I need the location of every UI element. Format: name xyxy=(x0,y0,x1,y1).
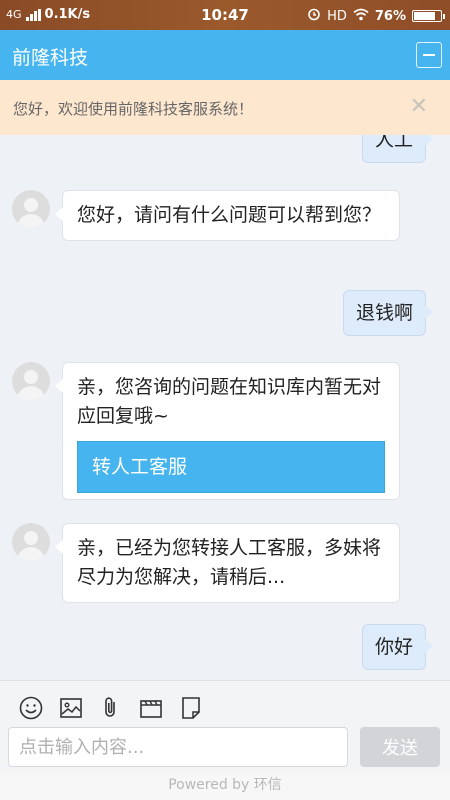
close-icon[interactable]: ✕ xyxy=(410,94,428,119)
status-right: HD 76% xyxy=(307,7,445,25)
input-toolbar: 发送 xyxy=(0,680,450,773)
message-text: 亲，您咨询的问题在知识库内暂无对应回复哦~ xyxy=(77,376,382,427)
transfer-to-agent-button[interactable]: 转人工客服 xyxy=(77,441,385,493)
attachment-icon[interactable] xyxy=(98,695,124,721)
battery-icon xyxy=(412,10,445,22)
image-icon[interactable] xyxy=(58,695,84,721)
battery-percent: 76% xyxy=(374,8,406,24)
message-text: 你好 xyxy=(374,636,413,658)
powered-by: Powered by 环信 xyxy=(0,772,450,800)
chat-area[interactable]: 人工 您好，请问有什么问题可以帮到您？ 退钱啊 亲，您咨询的问题在知识库内暂无对… xyxy=(0,135,450,680)
agent-avatar xyxy=(12,190,50,228)
status-bar: 4G 0.1K/s 10:47 HD 76% xyxy=(0,0,450,30)
message-text: 人工 xyxy=(374,135,413,151)
alarm-icon xyxy=(307,7,321,25)
minimize-icon[interactable] xyxy=(416,42,442,68)
message-text: 您好，请问有什么问题可以帮到您？ xyxy=(77,204,382,226)
message-text: 退钱啊 xyxy=(355,302,413,324)
agent-message: 您好，请问有什么问题可以帮到您？ xyxy=(55,190,400,241)
user-message: 你好 xyxy=(361,624,434,670)
agent-message: 亲，您咨询的问题在知识库内暂无对应回复哦~ 转人工客服 xyxy=(55,362,400,500)
notice-text: 您好，欢迎使用前隆科技客服系统！ xyxy=(13,100,254,118)
message-text: 亲，已经为您转接人工客服，多妹将尽力为您解决，请稍后... xyxy=(77,537,382,588)
welcome-notice: 您好，欢迎使用前隆科技客服系统！ ✕ xyxy=(0,80,450,135)
tool-icons xyxy=(18,695,204,721)
chat-header: 前隆科技 xyxy=(0,30,450,80)
message-input[interactable] xyxy=(8,727,348,767)
wifi-icon xyxy=(353,8,369,25)
video-icon[interactable] xyxy=(138,695,164,721)
user-message: 退钱啊 xyxy=(342,290,434,336)
send-button[interactable]: 发送 xyxy=(360,727,440,767)
page-title: 前隆科技 xyxy=(12,47,89,69)
document-icon[interactable] xyxy=(178,695,204,721)
emoji-icon[interactable] xyxy=(18,695,44,721)
agent-message: 亲，已经为您转接人工客服，多妹将尽力为您解决，请稍后... xyxy=(55,523,400,603)
user-message: 人工 xyxy=(361,135,434,163)
agent-avatar xyxy=(12,362,50,400)
agent-avatar xyxy=(12,523,50,561)
hd-label: HD xyxy=(327,8,347,24)
